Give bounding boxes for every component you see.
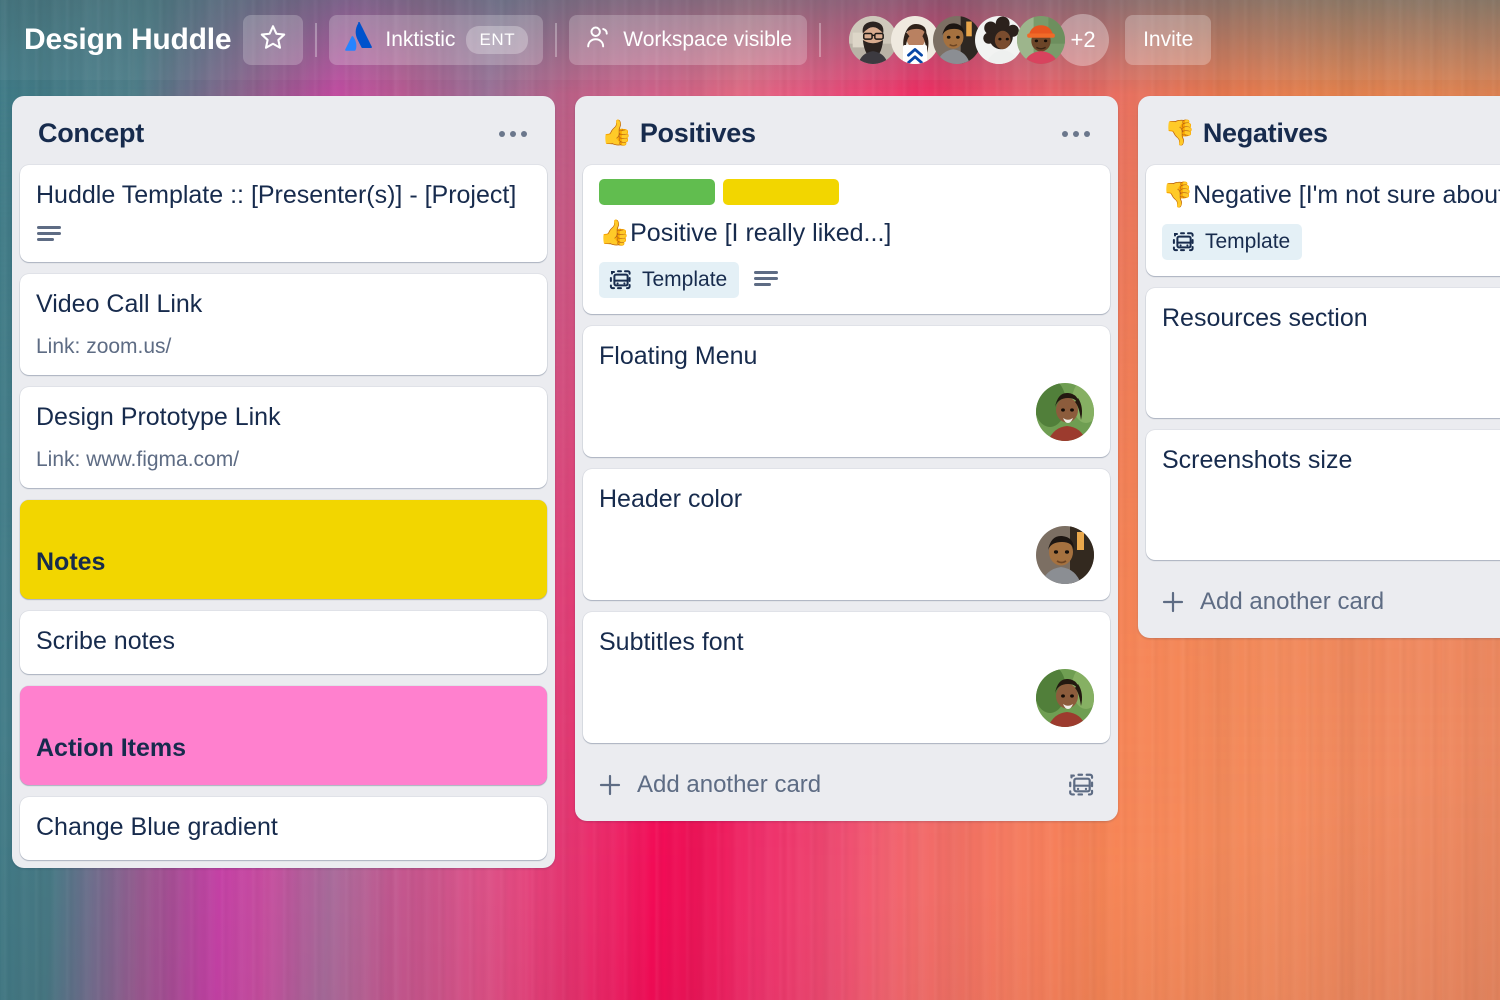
card-cover (20, 686, 547, 734)
list-actions-icon[interactable] (489, 123, 537, 145)
invite-button[interactable]: Invite (1125, 15, 1211, 65)
card-members (599, 526, 1094, 584)
card-members (599, 383, 1094, 441)
template-badge: Template (1162, 224, 1302, 260)
list-actions-icon[interactable] (1052, 123, 1100, 145)
card-title: Notes (20, 548, 547, 599)
visibility-button[interactable]: Workspace visible (569, 15, 807, 65)
add-another-card-button[interactable]: Add another card (1160, 588, 1384, 616)
header-divider-2 (555, 23, 557, 57)
template-badge-label: Template (642, 268, 727, 292)
card[interactable]: 👍Positive [I really liked...] (583, 165, 1110, 314)
card-title: Floating Menu (599, 340, 1094, 373)
add-another-card-label: Add another card (637, 771, 821, 799)
board-canvas: Concept Huddle Template :: [Presenter(s)… (12, 96, 1500, 868)
list-positives: 👍 Positives 👍Positive [I really liked...… (575, 96, 1118, 821)
card-title: Header color (599, 483, 1094, 516)
add-card-row[interactable]: Add another card (1146, 568, 1500, 630)
workspace-visible-icon (584, 23, 612, 57)
visibility-label: Workspace visible (623, 28, 792, 52)
card[interactable]: Subtitles font (583, 612, 1110, 743)
plus-icon (597, 772, 623, 798)
card[interactable]: Change Blue gradient (20, 797, 547, 860)
card-title: 👍Positive [I really liked...] (599, 217, 1094, 250)
star-icon (259, 23, 287, 57)
template-badge: Template (599, 262, 739, 298)
card[interactable]: Video Call Link Link: zoom.us/ (20, 274, 547, 375)
chevron-up-badge-icon (903, 45, 927, 66)
workspace-plan-badge: ENT (466, 26, 528, 54)
card[interactable]: Huddle Template :: [Presenter(s)] - [Pro… (20, 165, 547, 262)
add-another-card-label: Add another card (1200, 588, 1384, 616)
card-with-cover[interactable]: Notes (20, 500, 547, 599)
header-divider-3 (819, 23, 821, 57)
card-badges (36, 224, 531, 246)
description-icon (753, 269, 779, 291)
board-header: Design Huddle Inktistic ENT Workspac (0, 0, 1500, 80)
description-icon (36, 224, 62, 246)
card-subtitle: Link: zoom.us/ (36, 335, 531, 359)
list-header: 👍 Positives (583, 104, 1110, 165)
atlassian-logo-icon (344, 22, 374, 58)
avatar[interactable] (1036, 669, 1094, 727)
thumbs-down-icon: 👎 (1164, 119, 1195, 148)
list-title-text: Negatives (1203, 118, 1328, 149)
card-title: Video Call Link (36, 288, 531, 321)
list-header: 👎 Negatives (1146, 104, 1500, 165)
card-members (599, 669, 1094, 727)
workspace-button[interactable]: Inktistic ENT (329, 15, 543, 65)
list-concept: Concept Huddle Template :: [Presenter(s)… (12, 96, 555, 868)
card-title: Resources section (1162, 302, 1500, 335)
board-members: +2 (847, 14, 1109, 66)
card[interactable]: Header color (583, 469, 1110, 600)
list-title[interactable]: 👎 Negatives (1164, 118, 1328, 149)
card[interactable]: Screenshots size (1146, 430, 1500, 560)
star-button[interactable] (243, 15, 303, 65)
template-badge-label: Template (1205, 230, 1290, 254)
card-title: Screenshots size (1162, 444, 1500, 477)
card-badges: Template (1162, 224, 1500, 260)
card-template-icon[interactable] (1068, 771, 1096, 799)
card-template-icon (609, 268, 633, 292)
list-title[interactable]: Concept (38, 118, 144, 149)
list-negatives: 👎 Negatives 👎Negative [I'm not sure abou… (1138, 96, 1500, 638)
board-title: Design Huddle (14, 17, 243, 63)
card-with-cover[interactable]: Action Items (20, 686, 547, 785)
header-divider-1 (315, 23, 317, 57)
card-list: Huddle Template :: [Presenter(s)] - [Pro… (20, 165, 547, 860)
add-another-card-button[interactable]: Add another card (597, 771, 821, 799)
thumbs-up-icon: 👍 (601, 119, 632, 148)
card[interactable]: Resources section (1146, 288, 1500, 418)
plus-icon (1160, 589, 1186, 615)
avatar[interactable] (1015, 14, 1067, 66)
avatar[interactable] (1036, 383, 1094, 441)
card-title: Change Blue gradient (36, 811, 531, 844)
list-title-text: Positives (640, 118, 756, 149)
list-header: Concept (20, 104, 547, 165)
card-subtitle: Link: www.figma.com/ (36, 448, 531, 472)
card-list: 👍Positive [I really liked...] (583, 165, 1110, 743)
card-title: Design Prototype Link (36, 401, 531, 434)
label-yellow[interactable] (723, 179, 839, 205)
card-cover (20, 500, 547, 548)
label-green[interactable] (599, 179, 715, 205)
card-title: Huddle Template :: [Presenter(s)] - [Pro… (36, 179, 531, 212)
card[interactable]: Design Prototype Link Link: www.figma.co… (20, 387, 547, 488)
card-title: Subtitles font (599, 626, 1094, 659)
card-template-icon (1172, 230, 1196, 254)
card[interactable]: 👎Negative [I'm not sure about...] (1146, 165, 1500, 276)
card-labels (599, 179, 1094, 205)
card-badges: Template (599, 262, 1094, 298)
avatar[interactable] (1036, 526, 1094, 584)
card[interactable]: Floating Menu (583, 326, 1110, 457)
card-list: 👎Negative [I'm not sure about...] (1146, 165, 1500, 560)
add-card-row[interactable]: Add another card (583, 751, 1110, 813)
card[interactable]: Scribe notes (20, 611, 547, 674)
card-title: 👎Negative [I'm not sure about...] (1162, 179, 1500, 212)
workspace-name: Inktistic (385, 28, 455, 52)
list-title[interactable]: 👍 Positives (601, 118, 756, 149)
card-title: Scribe notes (36, 625, 531, 658)
card-title: Action Items (20, 734, 547, 785)
